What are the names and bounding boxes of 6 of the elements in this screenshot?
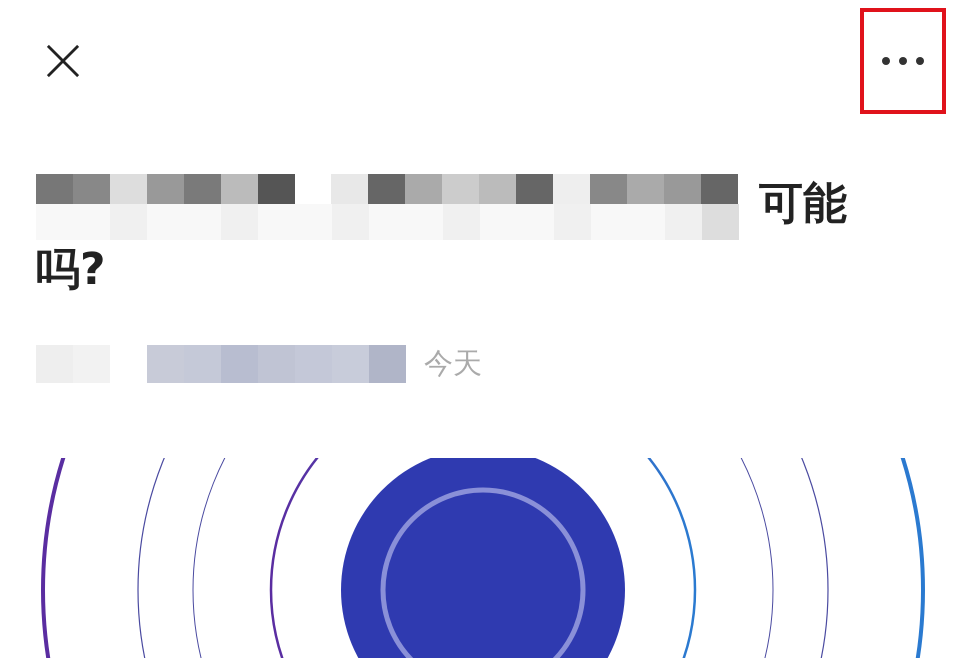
- more-button[interactable]: [860, 8, 946, 114]
- publish-date: 今天: [424, 345, 482, 382]
- article-title: 吗?: [36, 244, 106, 295]
- article-title: 可能: [759, 177, 847, 231]
- more-icon: [881, 56, 925, 66]
- close-icon[interactable]: [46, 44, 80, 78]
